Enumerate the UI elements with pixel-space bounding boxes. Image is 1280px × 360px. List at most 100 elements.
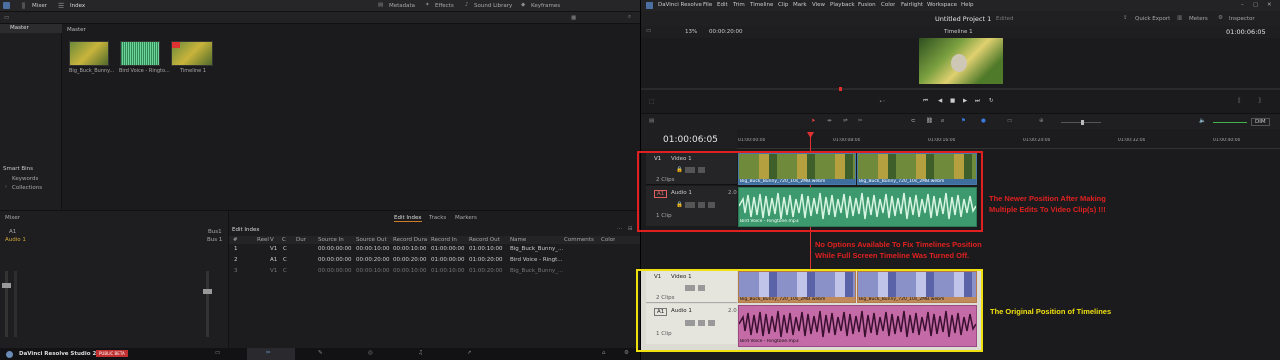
deliver-page-icon[interactable]: ➚ — [467, 350, 472, 356]
col-header[interactable]: Source In — [318, 237, 344, 243]
meters-icon[interactable]: ▥ — [1177, 15, 1182, 21]
menu-item[interactable]: View — [812, 2, 825, 8]
snapping-icon[interactable]: ⊂ — [911, 118, 916, 124]
metadata-icon[interactable]: ▤ — [378, 2, 383, 8]
keyframes-tab[interactable]: Keyframes — [531, 3, 560, 9]
keyframes-icon[interactable]: ◆ — [521, 2, 525, 8]
mark-in-icon[interactable]: ⟦ — [1238, 98, 1241, 104]
table-row[interactable]: 2 A1 C 00:00:00:00 00:00:20:00 00:00:20:… — [229, 256, 641, 265]
col-header[interactable]: Record Out — [469, 237, 500, 243]
media-page-icon[interactable]: ▭ — [215, 350, 220, 356]
col-header[interactable]: Record In — [431, 237, 457, 243]
home-icon[interactable]: ⌂ — [602, 350, 606, 356]
edit-page-icon[interactable]: ✂ — [266, 350, 271, 356]
trim-tool-icon[interactable]: ⇹ — [827, 118, 832, 124]
col-header[interactable]: Name — [510, 237, 526, 243]
zoom-slider-knob[interactable] — [1081, 120, 1084, 125]
sound-library-icon[interactable]: ♪ — [465, 2, 469, 8]
menu-item[interactable]: DaVinci Resolve — [658, 2, 702, 8]
inspector-button[interactable]: Inspector — [1229, 16, 1255, 22]
bus-fader-knob[interactable] — [203, 289, 212, 294]
export-icon[interactable]: ⇪ — [1123, 15, 1128, 21]
fusion-page-icon[interactable]: ✎ — [318, 350, 323, 356]
edit-index-tab[interactable]: Edit Index — [394, 215, 422, 222]
selection-tool-icon[interactable]: ➤ — [811, 118, 816, 124]
zoom-full-icon[interactable]: ▭ — [1007, 118, 1012, 124]
metadata-tab[interactable]: Metadata — [389, 3, 415, 9]
menu-item[interactable]: Help — [961, 2, 974, 8]
menu-item[interactable]: Clip — [778, 2, 788, 8]
search-icon[interactable]: ⌕ — [628, 14, 631, 21]
window-minimize-button[interactable]: – — [1241, 2, 1244, 8]
col-header[interactable]: Comments — [564, 237, 594, 243]
timeline-options-icon[interactable]: ▤ — [649, 118, 654, 124]
filter-icon[interactable]: ⊟ — [628, 226, 633, 232]
inspector-icon[interactable]: ⚙ — [1218, 15, 1223, 21]
quick-export-button[interactable]: Quick Export — [1135, 16, 1170, 22]
col-header[interactable]: Color — [601, 237, 615, 243]
collections-item[interactable]: Collections — [12, 185, 42, 191]
jog-icon[interactable]: •◦ — [879, 99, 886, 105]
settings-icon[interactable]: ⚙ — [624, 350, 629, 356]
col-header[interactable]: C — [282, 237, 286, 243]
col-header[interactable]: Dur — [296, 237, 306, 243]
index-tab[interactable]: Index — [70, 3, 85, 9]
clip-thumb-timeline[interactable] — [171, 41, 213, 66]
menu-item[interactable]: Trim — [733, 2, 745, 8]
col-header[interactable]: # — [233, 237, 238, 243]
menu-item[interactable]: Color — [881, 2, 895, 8]
table-row[interactable]: 3 V1 C 00:00:00:00 00:00:10:00 00:00:10:… — [229, 267, 641, 276]
dim-button[interactable]: DIM — [1251, 118, 1270, 126]
timeline-ruler[interactable]: 01:00:00:00 01:00:08:00 01:00:16:00 01:0… — [737, 129, 1280, 149]
effects-icon[interactable]: ✦ — [425, 2, 430, 8]
fader-knob[interactable] — [2, 283, 11, 288]
viewer-frame[interactable] — [919, 38, 1003, 84]
effects-tab[interactable]: Effects — [435, 3, 454, 9]
window-close-button[interactable]: ✕ — [1267, 2, 1272, 8]
master-bin[interactable]: Master — [0, 24, 62, 33]
mixer-icon[interactable]: ⫼ — [22, 2, 25, 11]
more-options-icon[interactable]: ⋯ — [617, 226, 623, 232]
window-maximize-button[interactable]: ▢ — [1253, 2, 1258, 8]
bus-fader-track[interactable] — [206, 271, 209, 337]
menu-item[interactable]: Fusion — [858, 2, 876, 8]
menu-item[interactable]: File — [703, 2, 712, 8]
layout-icon[interactable]: ▭ — [646, 28, 651, 34]
keywords-item[interactable]: Keywords — [12, 176, 38, 182]
flag-icon[interactable]: ⚑ — [961, 118, 966, 124]
menu-item[interactable]: Fairlight — [901, 2, 923, 8]
speaker-icon[interactable]: 🔈 — [1199, 118, 1206, 124]
stop-icon[interactable]: ■ — [950, 98, 955, 104]
fader-track[interactable] — [5, 271, 8, 337]
meters-button[interactable]: Meters — [1189, 16, 1208, 22]
linked-selection-icon[interactable]: ⛓ — [926, 118, 933, 124]
play-reverse-icon[interactable]: ◀ — [938, 98, 942, 104]
viewer-scrubber[interactable] — [641, 87, 1280, 91]
volume-slider[interactable] — [1213, 122, 1247, 123]
fairlight-page-icon[interactable]: ♫ — [418, 350, 423, 356]
menu-item[interactable]: Workspace — [927, 2, 957, 8]
col-header[interactable]: Reel — [257, 237, 269, 243]
tracks-tab[interactable]: Tracks — [429, 215, 446, 221]
table-row[interactable]: 1 V1 C 00:00:00:00 00:00:10:00 00:00:10:… — [229, 245, 641, 254]
timeline-name[interactable]: Timeline 1 — [944, 29, 973, 35]
panel-toggle-icon[interactable]: ▭ — [4, 15, 9, 21]
go-to-end-icon[interactable]: ⏭ — [975, 98, 980, 105]
markers-tab[interactable]: Markers — [455, 215, 477, 221]
safe-area-icon[interactable]: ⬚ — [649, 99, 654, 105]
marker-icon[interactable]: ● — [981, 118, 986, 124]
chevron-right-icon[interactable]: › — [5, 184, 7, 190]
zoom-in-icon[interactable]: ⊕ — [1039, 118, 1044, 124]
col-header[interactable]: Record Duratio — [393, 237, 427, 243]
go-to-start-icon[interactable]: ⏮ — [923, 98, 928, 105]
blade-tool-icon[interactable]: ✂ — [858, 118, 863, 124]
zoom-level[interactable]: 13% — [685, 29, 697, 35]
cut-page-active[interactable] — [247, 348, 295, 360]
grid-view-icon[interactable]: ▦ — [571, 15, 576, 21]
index-icon[interactable]: ☰ — [58, 2, 64, 10]
menu-item[interactable]: Edit — [717, 2, 728, 8]
scrubber-playhead[interactable] — [839, 87, 842, 91]
col-header[interactable]: V — [270, 237, 274, 243]
loop-icon[interactable]: ↻ — [989, 98, 994, 104]
play-icon[interactable]: ▶ — [963, 98, 967, 104]
